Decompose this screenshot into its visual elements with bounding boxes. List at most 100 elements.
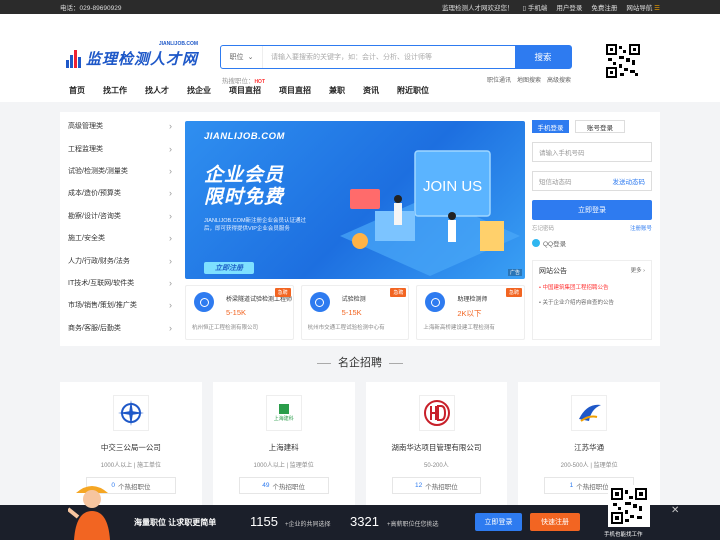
job-subscribe-link[interactable]: 职位通讯 bbox=[487, 75, 511, 84]
chevron-right-icon: › bbox=[169, 165, 172, 176]
urgent-badge: 急聘 bbox=[506, 288, 523, 297]
banner-headline: 企业会员 限时免费 bbox=[204, 165, 285, 208]
job-card[interactable]: 桥梁隧道试验检测工程师 5-15K 杭州恒正工程检测有限公司 急聘 bbox=[185, 285, 294, 340]
category-item[interactable]: IT技术/互联网/软件类 › bbox=[60, 272, 178, 294]
job-card[interactable]: 助理检测师 2K以下 上海新高桥建设建工程检测有 急聘 bbox=[416, 285, 526, 340]
category-item[interactable]: 人力/行政/财务/法务 › bbox=[60, 249, 178, 271]
nav-news[interactable]: 资讯 bbox=[363, 80, 379, 102]
welcome-text: 监理检测人才网欢迎您！ bbox=[441, 5, 514, 12]
job-company: 杭州恒正工程检测有限公司 bbox=[192, 325, 259, 331]
search-category-select[interactable]: 职位 ⌄ bbox=[221, 46, 263, 68]
sms-code-input[interactable]: 短信动态码 发送动态码 bbox=[532, 171, 652, 191]
company-card[interactable]: 湖南华达项目管理有限公司 50-200人 12 个热招职位 bbox=[365, 382, 508, 507]
hot-jobs-count[interactable]: 49 个热招职位 bbox=[238, 477, 329, 494]
category-item[interactable]: 成本/造价/预算类 › bbox=[60, 182, 178, 204]
person-illustration bbox=[68, 486, 110, 540]
map-search-link[interactable]: 地图搜索 bbox=[517, 75, 541, 84]
qq-icon bbox=[532, 239, 540, 247]
hd-logo-icon bbox=[423, 400, 450, 426]
promo-banner[interactable]: JOIN US JIANLIJOB.COM 企业会员 限时免费 JIANLIJO… bbox=[185, 121, 525, 279]
notice-more-link[interactable]: 更多 › bbox=[631, 266, 645, 276]
logo-icon bbox=[66, 49, 82, 68]
bottom-login-button[interactable]: 立即登录 bbox=[475, 513, 522, 531]
hot-jobs-count[interactable]: 12 个热招职位 bbox=[391, 477, 482, 494]
logo-domain: JIANLIJOB.COM bbox=[158, 41, 199, 47]
qr-code-icon bbox=[608, 485, 650, 527]
company-name: 湖南华达项目管理有限公司 bbox=[391, 443, 482, 452]
site-nav-link[interactable]: 网站导航 ☰ bbox=[626, 2, 660, 12]
nav-find-company[interactable]: 找企业 bbox=[187, 80, 211, 102]
company-name: 中交三公局一公司 bbox=[100, 443, 161, 452]
company-meta: 1000人以上 | 施工单位 bbox=[100, 463, 161, 469]
job-title: 助理检测师 bbox=[457, 297, 488, 303]
tab-account-login[interactable]: 账号登录 bbox=[575, 120, 625, 133]
register-account-link[interactable]: 注册账号 bbox=[630, 224, 652, 232]
site-logo[interactable]: 监理检测人才网 JIANLIJOB.COM bbox=[66, 41, 198, 69]
nav-part-time[interactable]: 兼职 bbox=[329, 80, 345, 102]
company-meta: 1000人以上 | 监理单位 bbox=[253, 463, 314, 469]
company-logo-icon bbox=[194, 292, 214, 312]
close-icon[interactable]: ✕ bbox=[671, 505, 679, 516]
company-logo bbox=[418, 395, 455, 431]
nav-find-job[interactable]: 找工作 bbox=[103, 80, 127, 102]
hot-badge: HOT bbox=[254, 79, 265, 85]
login-button[interactable]: 立即登录 bbox=[532, 200, 652, 220]
office-illustration: JOIN US bbox=[340, 150, 520, 276]
nav-find-talent[interactable]: 找人才 bbox=[145, 80, 169, 102]
send-sms-button[interactable]: 发送动态码 bbox=[613, 176, 646, 186]
notice-item[interactable]: • 中国建筑集团工程招聘公告 bbox=[539, 283, 645, 291]
main-panel: 高级管理类 › 工程监理类 › 试验/检测类/测量类 › 成本/造价/预算类 › 勘察/… bbox=[60, 112, 660, 346]
login-links: 忘记密码 注册账号 bbox=[532, 224, 652, 232]
category-item[interactable]: 勘察/设计/咨询类 › bbox=[60, 205, 178, 227]
banner-desc: JIANLIJOB.COM新注册企业会员认证通过后，即可获得提供VIP企业会员服… bbox=[204, 218, 307, 232]
company-logo-icon bbox=[309, 292, 330, 312]
chevron-right-icon: › bbox=[169, 188, 172, 199]
mobile-link[interactable]: ▯ 手机端 bbox=[522, 2, 547, 12]
phone-input[interactable]: 请输入手机号码 bbox=[532, 142, 652, 162]
qq-login[interactable]: QQ登录 bbox=[532, 238, 652, 248]
free-register-link[interactable]: 免费注册 bbox=[591, 2, 617, 12]
banner-site: JIANLIJOB.COM bbox=[204, 131, 285, 142]
nav-project-direct[interactable]: 项目直招 bbox=[279, 80, 311, 102]
main-nav: 首页 找工作 找人才 找企业 项目直招 HOT 项目直招 兼职 资讯 附近职位 bbox=[0, 79, 447, 102]
section-title: 名企招聘 bbox=[0, 354, 720, 370]
company-logo: 上海建科 bbox=[265, 395, 302, 431]
search-button[interactable]: 搜索 bbox=[515, 46, 571, 68]
job-count: 3321 bbox=[350, 514, 379, 529]
header: 监理检测人才网 JIANLIJOB.COM 职位 ⌄ 搜索 热搜职位： 职位通讯… bbox=[0, 14, 720, 102]
category-list: 高级管理类 › 工程监理类 › 试验/检测类/测量类 › 成本/造价/预算类 › 勘察/… bbox=[60, 112, 178, 346]
job-salary: 2K以下 bbox=[457, 309, 482, 318]
user-login-link[interactable]: 用户登录 bbox=[556, 2, 582, 12]
category-item[interactable]: 工程监理类 › bbox=[60, 137, 178, 159]
job-card[interactable]: 试验检测 5-15K 杭州市交通工程试验检测中心有 急聘 bbox=[300, 285, 410, 340]
category-item[interactable]: 市场/销售/策划/推广类 › bbox=[60, 294, 178, 316]
top-bar: 电话：029-89690929 监理检测人才网欢迎您！ ▯ 手机端 用户登录 免… bbox=[0, 0, 720, 14]
bottom-promo-bar: 海量职位 让求职更简单 1155 +企业的共同选择 3321 +高薪职位任您挑选… bbox=[0, 485, 720, 540]
advanced-search-link[interactable]: 高级搜索 bbox=[547, 75, 571, 84]
company-meta: 200-500人 | 监理单位 bbox=[560, 463, 618, 469]
qr-caption: 手机也能找工作 bbox=[604, 532, 643, 538]
chevron-right-icon: › bbox=[169, 322, 172, 333]
chevron-right-icon: › bbox=[169, 210, 172, 221]
urgent-badge: 急聘 bbox=[390, 288, 407, 297]
search-box: 职位 ⌄ 搜索 bbox=[220, 45, 572, 69]
nav-project-direct-hot[interactable]: 项目直招 HOT bbox=[229, 79, 265, 102]
compass-logo-icon bbox=[118, 400, 144, 426]
nav-nearby-jobs[interactable]: 附近职位 bbox=[397, 80, 429, 102]
bottom-slogan: 海量职位 让求职更简单 bbox=[134, 518, 217, 527]
category-item[interactable]: 商务/客服/后勤类 › bbox=[60, 317, 178, 339]
banner-register-button[interactable]: 立即注册 bbox=[204, 262, 254, 274]
category-item[interactable]: 施工/安全类 › bbox=[60, 227, 178, 249]
bottom-register-button[interactable]: 快速注册 bbox=[530, 513, 580, 531]
category-item[interactable]: 试验/检测类/测量类 › bbox=[60, 160, 178, 182]
chevron-right-icon: › bbox=[169, 277, 172, 288]
forgot-password-link[interactable]: 忘记密码 bbox=[532, 224, 554, 232]
urgent-jobs: 桥梁隧道试验检测工程师 5-15K 杭州恒正工程检测有限公司 急聘 试验检测 5… bbox=[185, 285, 526, 340]
tab-phone-login[interactable]: 手机登录 bbox=[532, 120, 569, 133]
featured-companies: 中交三公局一公司 1000人以上 | 施工单位 0 个热招职位 上海建科 上海建科… bbox=[60, 382, 660, 507]
search-input[interactable] bbox=[263, 46, 515, 68]
notice-item[interactable]: • 关于企业介绍内容自查的公告 bbox=[539, 298, 645, 306]
nav-home[interactable]: 首页 bbox=[69, 80, 85, 102]
company-card[interactable]: 上海建科 上海建科 1000人以上 | 监理单位 49 个热招职位 bbox=[212, 382, 355, 507]
category-item[interactable]: 高级管理类 › bbox=[60, 115, 178, 137]
